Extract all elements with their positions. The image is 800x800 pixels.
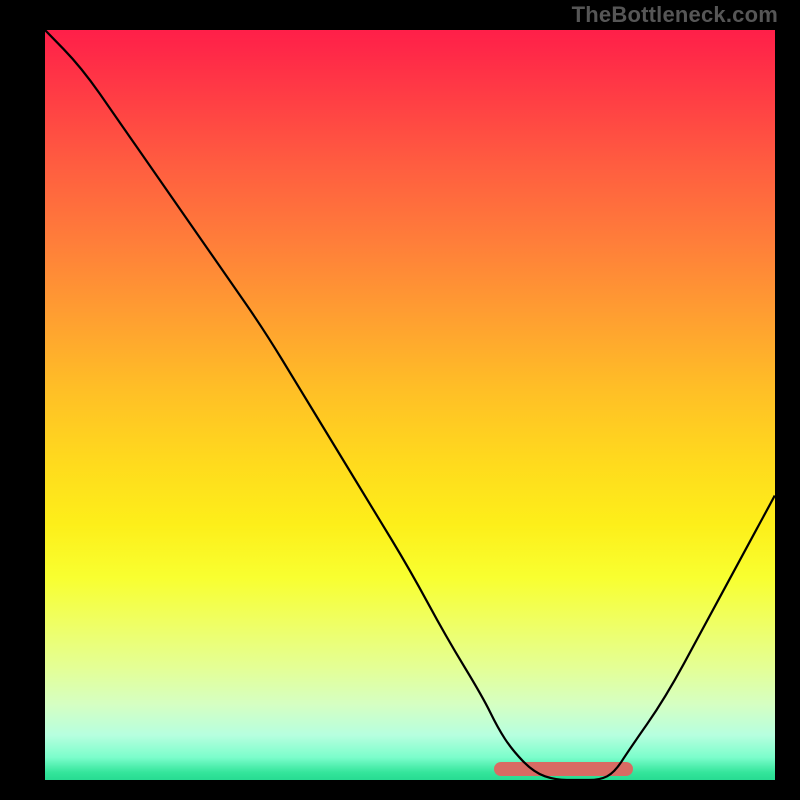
- chart-frame: TheBottleneck.com: [0, 0, 800, 800]
- curve-svg: [45, 30, 775, 780]
- watermark-text: TheBottleneck.com: [572, 2, 778, 28]
- plot-area: [45, 30, 775, 780]
- curve-line: [45, 30, 775, 780]
